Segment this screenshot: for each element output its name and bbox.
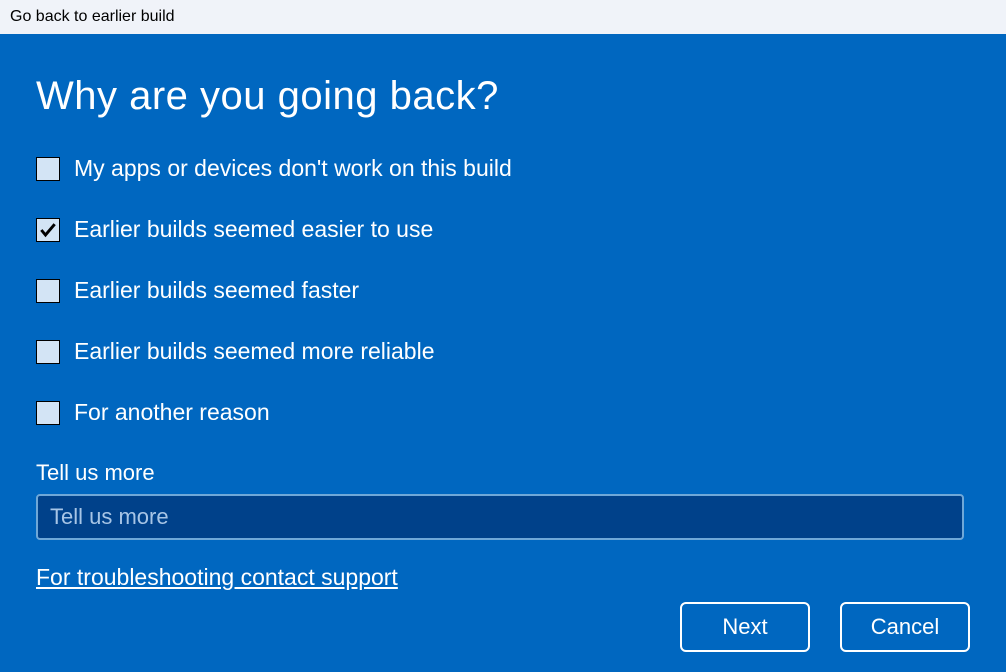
contact-support-link[interactable]: For troubleshooting contact support bbox=[36, 564, 398, 591]
reason-option-faster[interactable]: Earlier builds seemed faster bbox=[36, 277, 970, 304]
checkbox-label: Earlier builds seemed easier to use bbox=[74, 216, 433, 243]
checkbox-label: Earlier builds seemed more reliable bbox=[74, 338, 435, 365]
checkbox[interactable] bbox=[36, 340, 60, 364]
checkbox-label: For another reason bbox=[74, 399, 270, 426]
checkbox-label: Earlier builds seemed faster bbox=[74, 277, 359, 304]
reason-option-apps-devices[interactable]: My apps or devices don't work on this bu… bbox=[36, 155, 970, 182]
checkbox[interactable] bbox=[36, 157, 60, 181]
cancel-button[interactable]: Cancel bbox=[840, 602, 970, 652]
checkmark-icon bbox=[38, 220, 58, 240]
checkbox[interactable] bbox=[36, 401, 60, 425]
next-button[interactable]: Next bbox=[680, 602, 810, 652]
page-heading: Why are you going back? bbox=[36, 74, 970, 119]
main-content: Why are you going back? My apps or devic… bbox=[0, 34, 1006, 672]
reason-option-reliable[interactable]: Earlier builds seemed more reliable bbox=[36, 338, 970, 365]
reason-checkbox-list: My apps or devices don't work on this bu… bbox=[36, 155, 970, 426]
tell-us-more-label: Tell us more bbox=[36, 460, 970, 486]
checkbox[interactable] bbox=[36, 279, 60, 303]
dialog-button-row: Next Cancel bbox=[680, 602, 970, 652]
title-bar: Go back to earlier build bbox=[0, 0, 1006, 34]
tell-us-more-input[interactable] bbox=[36, 494, 964, 540]
checkbox[interactable] bbox=[36, 218, 60, 242]
checkbox-label: My apps or devices don't work on this bu… bbox=[74, 155, 512, 182]
window-title: Go back to earlier build bbox=[10, 8, 175, 26]
reason-option-another[interactable]: For another reason bbox=[36, 399, 970, 426]
reason-option-easier[interactable]: Earlier builds seemed easier to use bbox=[36, 216, 970, 243]
